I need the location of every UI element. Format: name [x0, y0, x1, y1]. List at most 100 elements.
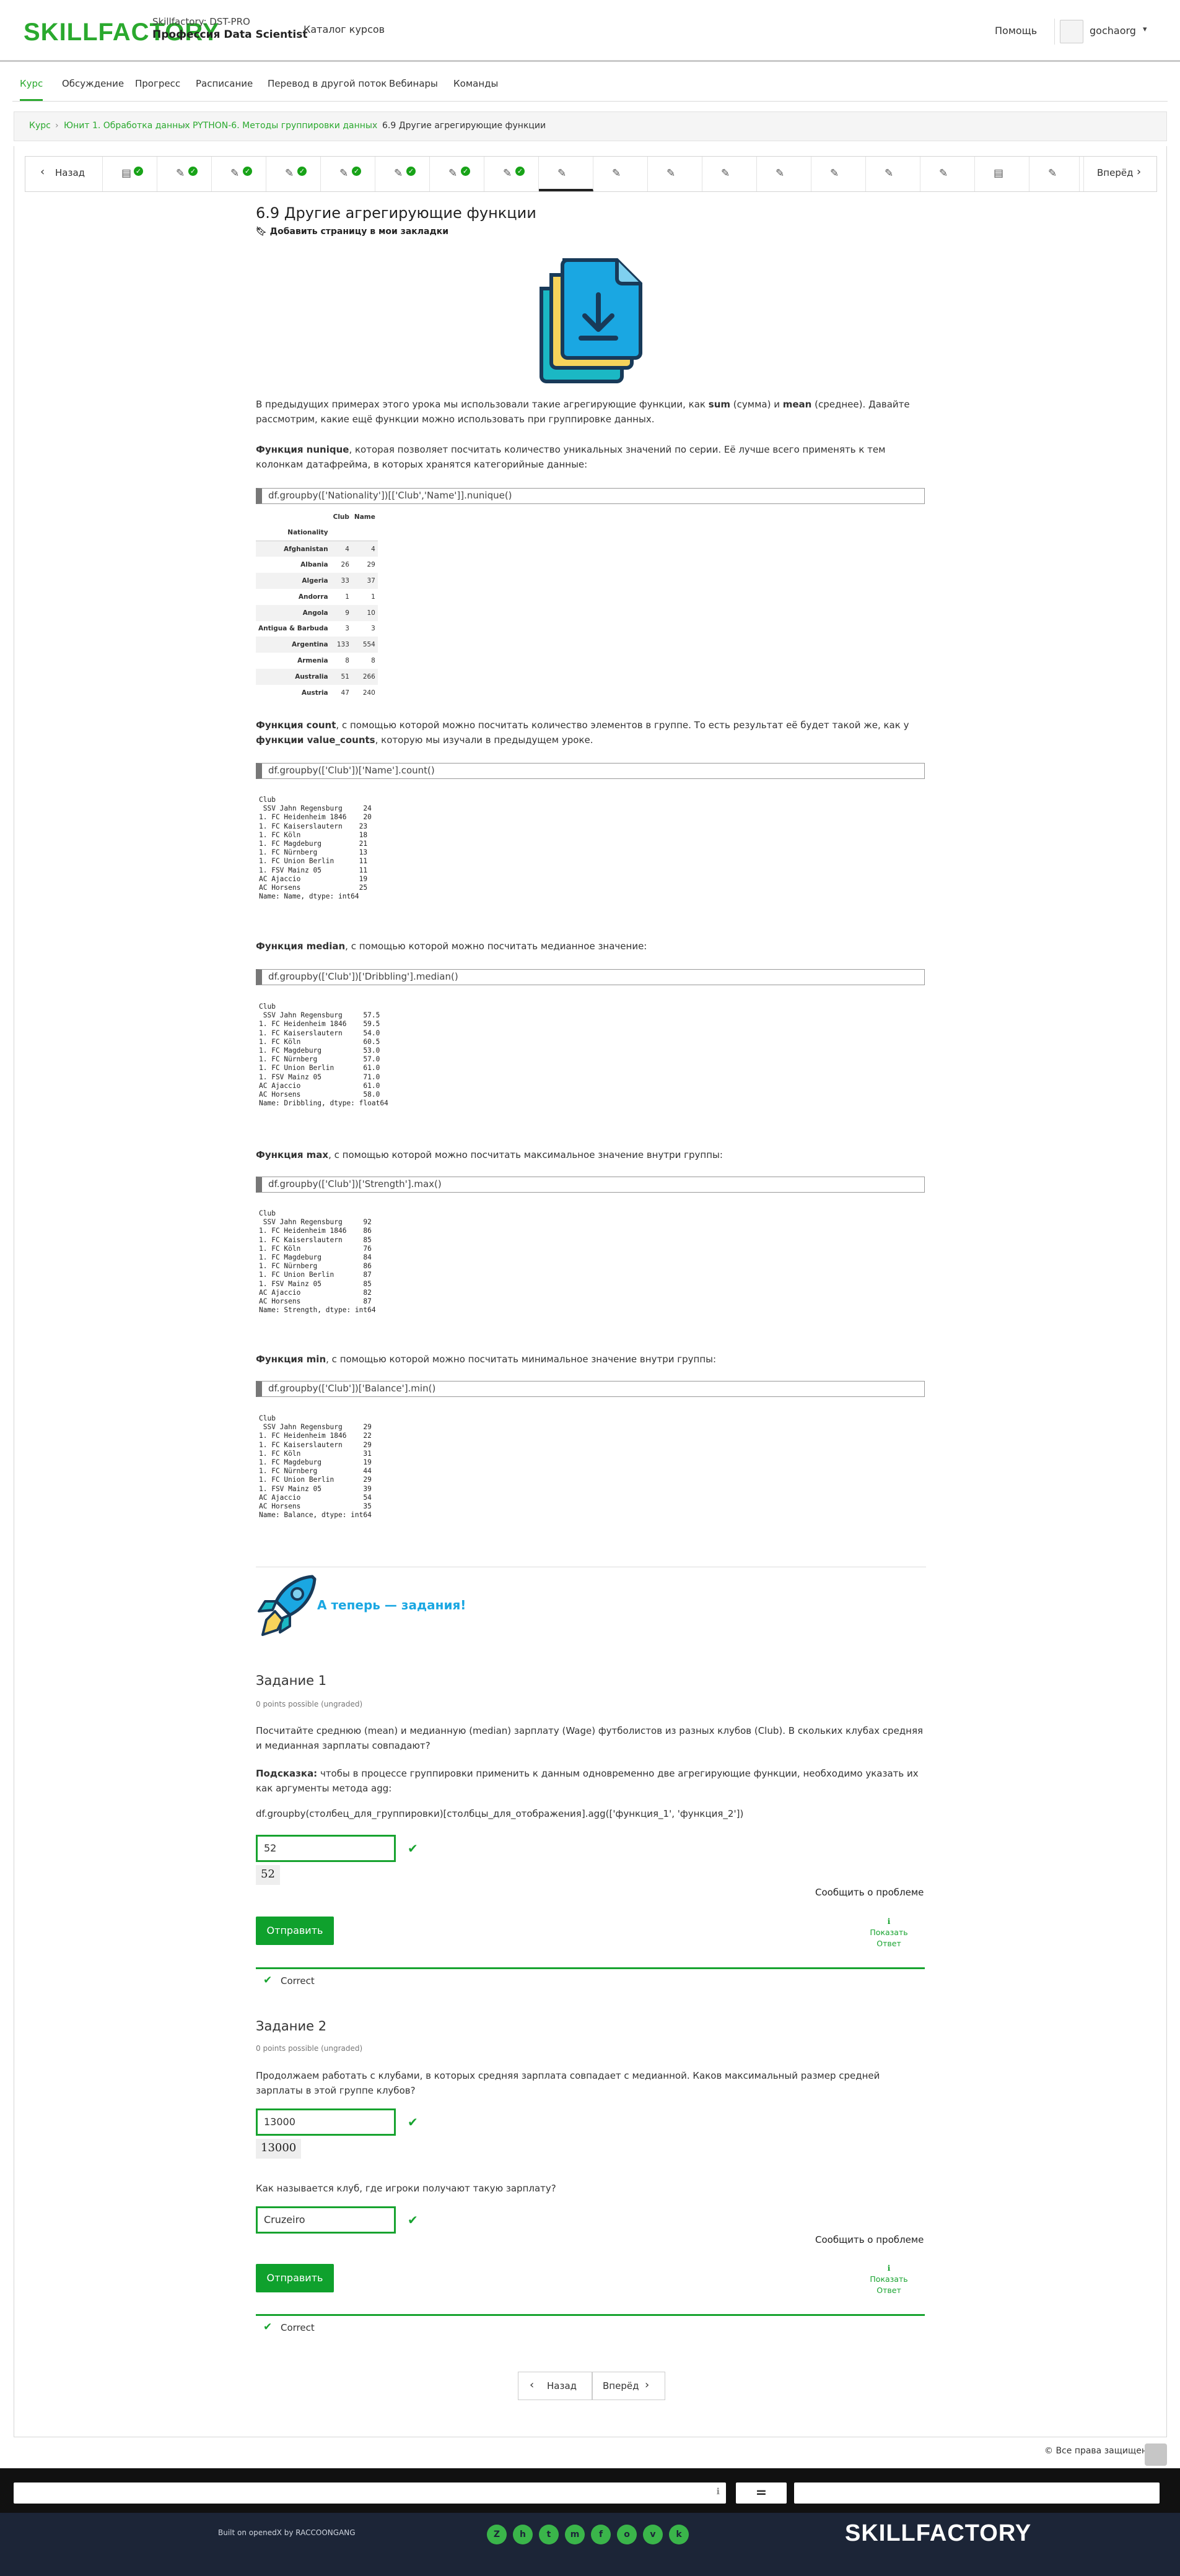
edit-icon: ✎	[503, 167, 512, 180]
footer-input-right[interactable]	[794, 2482, 1160, 2504]
bookmark-button[interactable]: 🔖︎ Добавить страницу в мои закладки	[256, 227, 448, 237]
sequence-unit[interactable]: ✎	[702, 157, 757, 191]
social-facebook-icon[interactable]: f	[591, 2525, 611, 2544]
sequence-unit-video[interactable]: ▤ ✓	[103, 157, 157, 191]
breadcrumb-separator-icon: ›	[372, 121, 376, 131]
bottom-prev-button[interactable]: ‹ Назад	[518, 2372, 592, 2400]
task1-report-link[interactable]: Сообщить о проблеме	[815, 1887, 924, 1898]
user-menu[interactable]: gochaorg ▾	[1054, 19, 1152, 45]
task2-title: Задание 2	[256, 2019, 327, 2034]
sequence-unit[interactable]: ✎	[866, 157, 920, 191]
sequence-unit[interactable]: ✎	[811, 157, 866, 191]
tab-discussion[interactable]: Обсуждение	[62, 78, 124, 101]
sequence-unit[interactable]: ✎ ✓	[375, 157, 430, 191]
tab-course[interactable]: Курс	[20, 78, 43, 101]
task2-status: ✔ Correct	[256, 2314, 925, 2339]
task1-answer-input[interactable]: 52	[256, 1835, 396, 1862]
check-icon: ✔	[263, 2321, 273, 2333]
table-row: Algeria 33 37	[256, 573, 378, 589]
social-twitter-icon[interactable]: v	[643, 2525, 663, 2544]
breadcrumb-current: 6.9 Другие агрегирующие функции	[382, 121, 546, 131]
task2-answer-input[interactable]: 13000	[256, 2108, 396, 2136]
sequence-unit[interactable]: ✎	[920, 157, 975, 191]
sequence-next-button[interactable]: Вперёд ›	[1079, 157, 1156, 191]
table-row: Armenia 8 8	[297, 657, 375, 665]
chevron-left-icon: ‹	[530, 2378, 535, 2391]
bottom-next-button[interactable]: Вперёд ›	[592, 2372, 665, 2400]
footer-logo[interactable]: SKILLFACTORY	[845, 2520, 1031, 2547]
task2-club-input[interactable]: Cruzeiro	[256, 2206, 396, 2234]
copyright: © Все права защищены	[1044, 2446, 1155, 2456]
social-habr-icon[interactable]: h	[513, 2525, 533, 2544]
check-icon: ✓	[243, 167, 252, 176]
sequence-unit[interactable]: ✎	[1029, 157, 1084, 191]
table-row: Antigua & Barbuda 3 3	[258, 625, 375, 633]
sequence-unit[interactable]: ✎ ✓	[484, 157, 539, 191]
tab-progress[interactable]: Прогресс	[135, 78, 180, 101]
table-column-header: Name	[354, 513, 375, 521]
max-output: Club SSV Jahn Regensburg 92 1. FC Heiden…	[259, 1209, 376, 1315]
check-icon: ✔	[263, 1974, 273, 1986]
sequence-unit[interactable]: ✎	[757, 157, 811, 191]
breadcrumb: Курс › Юнит 1. Обработка данных › PYTHON…	[14, 111, 1167, 141]
tab-teams[interactable]: Команды	[453, 78, 498, 101]
breadcrumb-module[interactable]: PYTHON-6. Методы группировки данных	[193, 121, 377, 131]
built-on-text[interactable]: Built on openedX by RACCOONGANG	[218, 2528, 356, 2537]
social-zen-icon[interactable]: Z	[487, 2525, 507, 2544]
breadcrumb-course[interactable]: Курс	[29, 121, 51, 131]
tab-webinars[interactable]: Вебинары	[389, 78, 438, 101]
info-icon: ℹ	[887, 2263, 891, 2273]
task2-report-link[interactable]: Сообщить о проблеме	[815, 2234, 924, 2245]
sequence-unit[interactable]: ✎	[593, 157, 648, 191]
task1-show-answer-button[interactable]: ℹ Показать Ответ	[858, 1916, 920, 1949]
chevron-right-icon: ›	[645, 2378, 650, 2391]
count-output: Club SSV Jahn Regensburg 24 1. FC Heiden…	[259, 796, 372, 901]
median-paragraph: Функция median, с помощью которой можно …	[256, 941, 647, 952]
task2-correct-answer: 13000	[256, 2139, 302, 2159]
tab-schedule[interactable]: Расписание	[196, 78, 253, 101]
course-tabs: Курс Обсуждение Прогресс Расписание Пере…	[12, 69, 1168, 102]
equals-button[interactable]: =	[736, 2482, 787, 2504]
task1-hint-code: df.groupby(столбец_для_группировки)[стол…	[256, 1808, 744, 1819]
code-snippet: df.groupby(['Club'])['Strength'].max()	[256, 1177, 925, 1193]
edit-icon: ✎	[612, 167, 621, 180]
task1-submit-button[interactable]: Отправить	[256, 1917, 334, 1945]
task2-submit-button[interactable]: Отправить	[256, 2264, 334, 2292]
footer-input-left[interactable]: ℹ	[14, 2482, 726, 2504]
sequence-unit[interactable]: ✎ ✓	[266, 157, 321, 191]
social-messenger-icon[interactable]: m	[565, 2525, 585, 2544]
median-output: Club SSV Jahn Regensburg 57.5 1. FC Heid…	[259, 1003, 388, 1108]
sequence-unit[interactable]: ✎ ✓	[212, 157, 266, 191]
sequence-prev-button[interactable]: ‹ Назад	[25, 157, 103, 191]
check-icon: ✔	[408, 2213, 418, 2227]
scroll-top-button[interactable]	[1145, 2443, 1167, 2466]
book-icon: ▤	[121, 167, 132, 180]
sequence-unit[interactable]: ✎ ✓	[157, 157, 212, 191]
breadcrumb-separator-icon: ›	[183, 121, 186, 131]
program-title: Профессия Data Scientist	[152, 28, 308, 41]
bookmark-icon: 🔖︎	[256, 227, 267, 237]
catalog-link[interactable]: Каталог курсов	[304, 24, 385, 35]
task1-question: Посчитайте среднюю (mean) и медианную (m…	[256, 1725, 924, 1751]
task2-show-answer-button[interactable]: ℹ Показать Ответ	[858, 2263, 920, 2296]
check-icon: ✔	[408, 2115, 418, 2130]
chevron-right-icon: ›	[1137, 165, 1142, 178]
sequence-unit[interactable]: ✎	[648, 157, 702, 191]
table-row: Albania 26 29	[300, 561, 375, 569]
sequence-unit-active[interactable]: ✎	[539, 157, 593, 191]
breadcrumb-unit[interactable]: Юнит 1. Обработка данных	[64, 121, 190, 131]
help-link[interactable]: Помощь	[995, 25, 1037, 37]
book-icon: ▤	[994, 167, 1004, 180]
social-vk-icon[interactable]: k	[669, 2525, 689, 2544]
tab-transfer[interactable]: Перевод в другой поток	[268, 78, 387, 101]
check-icon: ✓	[134, 167, 143, 176]
chevron-left-icon: ‹	[40, 165, 45, 178]
edit-icon: ✎	[339, 167, 349, 180]
sequence-unit-video[interactable]: ▤	[975, 157, 1029, 191]
social-telegram-icon[interactable]: t	[539, 2525, 559, 2544]
social-instagram-icon[interactable]: o	[617, 2525, 637, 2544]
table-index-name: Nationality	[287, 529, 328, 537]
sequence-unit[interactable]: ✎ ✓	[321, 157, 375, 191]
task2-points: 0 points possible (ungraded)	[256, 2044, 363, 2053]
sequence-unit[interactable]: ✎ ✓	[430, 157, 484, 191]
